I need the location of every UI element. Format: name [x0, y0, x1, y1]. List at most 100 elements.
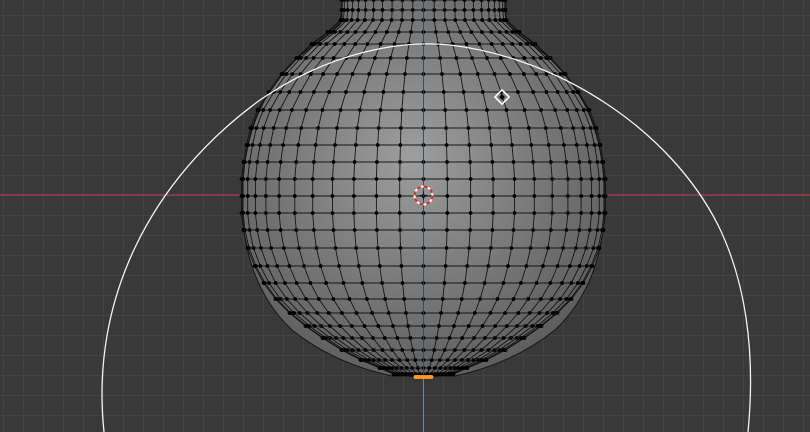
mesh-vertex[interactable]	[576, 281, 580, 285]
mesh-vertex[interactable]	[555, 264, 560, 268]
mesh-vertex[interactable]	[563, 72, 568, 76]
mesh-vertex[interactable]	[446, 30, 451, 34]
mesh-vertex[interactable]	[330, 177, 335, 181]
mesh-vertex[interactable]	[555, 90, 560, 94]
mesh-vertex[interactable]	[512, 211, 517, 215]
mesh-vertex[interactable]	[293, 297, 298, 301]
mesh-vertex[interactable]	[333, 246, 338, 250]
mesh-vertex[interactable]	[247, 246, 251, 250]
mesh-vertex[interactable]	[338, 30, 343, 34]
mesh-vertex[interactable]	[472, 311, 477, 315]
mesh-vertex[interactable]	[444, 143, 449, 147]
mesh-vertex[interactable]	[254, 264, 258, 268]
mesh-vertex[interactable]	[353, 42, 358, 46]
mesh-vertex[interactable]	[352, 211, 356, 215]
mesh-vertex[interactable]	[332, 30, 337, 34]
mesh-vertex[interactable]	[601, 160, 606, 164]
mesh-vertex[interactable]	[522, 108, 527, 112]
mesh-vertex[interactable]	[497, 30, 502, 34]
mesh-vertex[interactable]	[356, 348, 361, 352]
mesh-vertex[interactable]	[466, 358, 470, 362]
mesh-vertex[interactable]	[271, 126, 276, 130]
mesh-vertex[interactable]	[548, 281, 553, 285]
mesh-vertex[interactable]	[281, 143, 285, 147]
mesh-vertex[interactable]	[584, 264, 589, 268]
mesh-vertex[interactable]	[461, 90, 466, 94]
mesh-vertex[interactable]	[445, 358, 450, 362]
mesh-vertex[interactable]	[558, 297, 563, 301]
mesh-vertex[interactable]	[584, 246, 588, 250]
mesh-vertex[interactable]	[315, 311, 320, 315]
mesh-vertex[interactable]	[352, 194, 356, 198]
mesh-vertex[interactable]	[375, 160, 379, 164]
mesh-vertex[interactable]	[294, 160, 299, 164]
mesh-vertex[interactable]	[603, 194, 608, 198]
mesh-vertex[interactable]	[506, 264, 510, 268]
mesh-vertex[interactable]	[331, 228, 336, 232]
mesh-vertex[interactable]	[373, 30, 378, 34]
mesh-vertex[interactable]	[394, 366, 399, 370]
mesh-vertex[interactable]	[476, 358, 480, 362]
mesh-vertex[interactable]	[574, 246, 578, 250]
mesh-vertex[interactable]	[465, 264, 470, 268]
mesh-vertex[interactable]	[597, 177, 602, 181]
mesh-vertex[interactable]	[479, 8, 484, 12]
mesh-vertex[interactable]	[344, 90, 348, 94]
mesh-vertex[interactable]	[243, 160, 247, 164]
mesh-vertex[interactable]	[533, 42, 538, 46]
mesh-vertex[interactable]	[485, 108, 489, 112]
mesh-vertex[interactable]	[278, 228, 283, 232]
mesh-vertex[interactable]	[400, 281, 405, 285]
mesh-vertex[interactable]	[445, 194, 450, 198]
mesh-vertex[interactable]	[576, 90, 581, 94]
mesh-vertex[interactable]	[489, 30, 494, 34]
mesh-vertex[interactable]	[410, 366, 414, 370]
mesh-vertex[interactable]	[464, 42, 469, 46]
mesh-vertex[interactable]	[287, 264, 292, 268]
mesh-vertex[interactable]	[326, 311, 331, 315]
mesh-vertex[interactable]	[453, 358, 457, 362]
mesh-vertex[interactable]	[468, 160, 472, 164]
mesh-vertex[interactable]	[406, 372, 411, 376]
mesh-vertex[interactable]	[579, 194, 583, 198]
mesh-vertex[interactable]	[497, 348, 502, 352]
mesh-vertex[interactable]	[268, 143, 273, 147]
mesh-vertex[interactable]	[261, 126, 266, 130]
mesh-vertex[interactable]	[447, 336, 452, 340]
mesh-vertex[interactable]	[544, 72, 549, 76]
mesh-vertex[interactable]	[493, 324, 498, 328]
mesh-vertex[interactable]	[466, 324, 471, 328]
mesh-vertex[interactable]	[445, 177, 450, 181]
mesh-vertex[interactable]	[462, 8, 467, 12]
mesh-vertex[interactable]	[464, 108, 469, 112]
mesh-vertex[interactable]	[522, 56, 527, 60]
mesh-vertex[interactable]	[538, 56, 543, 60]
mesh-vertex[interactable]	[400, 18, 404, 22]
mesh-vertex[interactable]	[302, 264, 306, 268]
mesh-vertex[interactable]	[544, 90, 549, 94]
mesh-vertex[interactable]	[497, 8, 502, 12]
mesh-vertex[interactable]	[403, 372, 408, 376]
mesh-vertex[interactable]	[367, 72, 372, 76]
mesh-vertex[interactable]	[355, 126, 360, 130]
mesh-vertex[interactable]	[443, 366, 448, 370]
mesh-vertex[interactable]	[310, 194, 315, 198]
mesh-vertex[interactable]	[308, 281, 313, 285]
mesh-vertex[interactable]	[268, 108, 272, 112]
mesh-vertex[interactable]	[495, 297, 500, 301]
mesh-vertex[interactable]	[410, 18, 415, 22]
mesh-vertex[interactable]	[399, 108, 404, 112]
mesh-vertex[interactable]	[564, 160, 569, 164]
mesh-vertex[interactable]	[541, 264, 545, 268]
mesh-vertex[interactable]	[589, 194, 594, 198]
mesh-vertex[interactable]	[299, 126, 304, 130]
mesh-vertex[interactable]	[539, 297, 543, 301]
mesh-vertex[interactable]	[386, 366, 391, 370]
mesh-vertex[interactable]	[352, 228, 357, 232]
mesh-vertex[interactable]	[243, 228, 247, 232]
mesh-vertex[interactable]	[516, 311, 521, 315]
mesh-vertex[interactable]	[443, 108, 448, 112]
mesh-vertex[interactable]	[312, 324, 317, 328]
mesh-vertex[interactable]	[389, 18, 394, 22]
mesh-vertex[interactable]	[429, 358, 434, 362]
